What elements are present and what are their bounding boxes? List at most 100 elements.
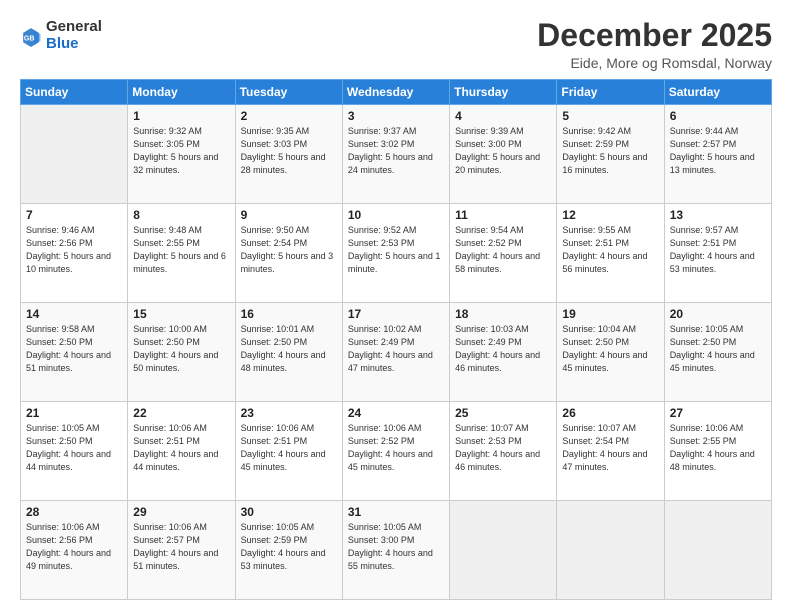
- calendar-table: SundayMondayTuesdayWednesdayThursdayFrid…: [20, 79, 772, 600]
- calendar-day-cell: 21 Sunrise: 10:05 AM Sunset: 2:50 PM Dayl…: [21, 402, 128, 501]
- calendar-day-cell: 16Sunrise: 10:01 AM Sunset: 2:50 PM Dayl…: [235, 303, 342, 402]
- day-number: 19: [562, 307, 658, 321]
- weekday-header: Monday: [128, 80, 235, 105]
- calendar-day-cell: 11 Sunrise: 9:54 AM Sunset: 2:52 PM Dayli…: [450, 204, 557, 303]
- day-info: Sunrise: 10:05 AM Sunset: 2:59 PM Daylig…: [241, 521, 337, 573]
- day-number: 8: [133, 208, 229, 222]
- day-info: Sunrise: 10:06 AM Sunset: 2:52 PM Daylig…: [348, 422, 444, 474]
- day-info: Sunrise: 9:39 AM Sunset: 3:00 PM Dayligh…: [455, 125, 551, 177]
- day-number: 7: [26, 208, 122, 222]
- day-number: 27: [670, 406, 766, 420]
- calendar-day-cell: 18 Sunrise: 10:03 AM Sunset: 2:49 PM Dayl…: [450, 303, 557, 402]
- day-info: Sunrise: 10:03 AM Sunset: 2:49 PM Daylig…: [455, 323, 551, 375]
- header: GB General Blue December 2025 Eide, More…: [20, 18, 772, 71]
- day-number: 21: [26, 406, 122, 420]
- calendar-day-cell: 10 Sunrise: 9:52 AM Sunset: 2:53 PM Dayli…: [342, 204, 449, 303]
- day-number: 18: [455, 307, 551, 321]
- calendar-day-cell: 25 Sunrise: 10:07 AM Sunset: 2:53 PM Dayl…: [450, 402, 557, 501]
- calendar-day-cell: 26 Sunrise: 10:07 AM Sunset: 2:54 PM Dayl…: [557, 402, 664, 501]
- calendar-day-cell: 2 Sunrise: 9:35 AM Sunset: 3:03 PM Daylig…: [235, 105, 342, 204]
- calendar-day-cell: 1Sunrise: 9:32 AM Sunset: 3:05 PM Daylig…: [128, 105, 235, 204]
- calendar-day-cell: 22 Sunrise: 10:06 AM Sunset: 2:51 PM Dayl…: [128, 402, 235, 501]
- day-info: Sunrise: 9:57 AM Sunset: 2:51 PM Dayligh…: [670, 224, 766, 276]
- page: GB General Blue December 2025 Eide, More…: [0, 0, 792, 612]
- day-info: Sunrise: 10:05 AM Sunset: 2:50 PM Daylig…: [26, 422, 122, 474]
- calendar-day-cell: [664, 501, 771, 600]
- day-info: Sunrise: 10:06 AM Sunset: 2:51 PM Daylig…: [241, 422, 337, 474]
- day-info: Sunrise: 10:05 AM Sunset: 2:50 PM Daylig…: [670, 323, 766, 375]
- calendar-day-cell: 23 Sunrise: 10:06 AM Sunset: 2:51 PM Dayl…: [235, 402, 342, 501]
- day-number: 28: [26, 505, 122, 519]
- day-number: 12: [562, 208, 658, 222]
- day-info: Sunrise: 9:35 AM Sunset: 3:03 PM Dayligh…: [241, 125, 337, 177]
- calendar-week-row: 21 Sunrise: 10:05 AM Sunset: 2:50 PM Dayl…: [21, 402, 772, 501]
- day-number: 13: [670, 208, 766, 222]
- calendar-day-cell: 31 Sunrise: 10:05 AM Sunset: 3:00 PM Dayl…: [342, 501, 449, 600]
- calendar-day-cell: 20 Sunrise: 10:05 AM Sunset: 2:50 PM Dayl…: [664, 303, 771, 402]
- day-number: 20: [670, 307, 766, 321]
- calendar-day-cell: 3Sunrise: 9:37 AM Sunset: 3:02 PM Daylig…: [342, 105, 449, 204]
- day-info: Sunrise: 9:44 AM Sunset: 2:57 PM Dayligh…: [670, 125, 766, 177]
- day-number: 17: [348, 307, 444, 321]
- calendar-week-row: 7 Sunrise: 9:46 AM Sunset: 2:56 PM Daylig…: [21, 204, 772, 303]
- weekday-header: Wednesday: [342, 80, 449, 105]
- day-info: Sunrise: 10:00 AM Sunset: 2:50 PM Daylig…: [133, 323, 229, 375]
- weekday-header: Sunday: [21, 80, 128, 105]
- calendar-day-cell: 24Sunrise: 10:06 AM Sunset: 2:52 PM Dayl…: [342, 402, 449, 501]
- title-block: December 2025 Eide, More og Romsdal, Nor…: [537, 18, 772, 71]
- day-number: 25: [455, 406, 551, 420]
- day-info: Sunrise: 9:46 AM Sunset: 2:56 PM Dayligh…: [26, 224, 122, 276]
- day-info: Sunrise: 10:07 AM Sunset: 2:54 PM Daylig…: [562, 422, 658, 474]
- calendar-day-cell: 5 Sunrise: 9:42 AM Sunset: 2:59 PM Daylig…: [557, 105, 664, 204]
- day-info: Sunrise: 10:06 AM Sunset: 2:56 PM Daylig…: [26, 521, 122, 573]
- weekday-header: Saturday: [664, 80, 771, 105]
- day-number: 15: [133, 307, 229, 321]
- day-number: 10: [348, 208, 444, 222]
- day-number: 2: [241, 109, 337, 123]
- day-number: 6: [670, 109, 766, 123]
- calendar-week-row: 1Sunrise: 9:32 AM Sunset: 3:05 PM Daylig…: [21, 105, 772, 204]
- calendar-day-cell: 12 Sunrise: 9:55 AM Sunset: 2:51 PM Dayli…: [557, 204, 664, 303]
- day-info: Sunrise: 10:07 AM Sunset: 2:53 PM Daylig…: [455, 422, 551, 474]
- day-info: Sunrise: 9:55 AM Sunset: 2:51 PM Dayligh…: [562, 224, 658, 276]
- day-info: Sunrise: 9:37 AM Sunset: 3:02 PM Dayligh…: [348, 125, 444, 177]
- day-info: Sunrise: 10:05 AM Sunset: 3:00 PM Daylig…: [348, 521, 444, 573]
- day-number: 11: [455, 208, 551, 222]
- weekday-header: Tuesday: [235, 80, 342, 105]
- day-number: 23: [241, 406, 337, 420]
- calendar-day-cell: 15 Sunrise: 10:00 AM Sunset: 2:50 PM Dayl…: [128, 303, 235, 402]
- calendar-header-row: SundayMondayTuesdayWednesdayThursdayFrid…: [21, 80, 772, 105]
- month-title: December 2025: [537, 18, 772, 53]
- day-number: 4: [455, 109, 551, 123]
- day-info: Sunrise: 9:54 AM Sunset: 2:52 PM Dayligh…: [455, 224, 551, 276]
- day-info: Sunrise: 10:06 AM Sunset: 2:51 PM Daylig…: [133, 422, 229, 474]
- calendar-day-cell: 29 Sunrise: 10:06 AM Sunset: 2:57 PM Dayl…: [128, 501, 235, 600]
- day-number: 5: [562, 109, 658, 123]
- day-number: 29: [133, 505, 229, 519]
- day-info: Sunrise: 9:48 AM Sunset: 2:55 PM Dayligh…: [133, 224, 229, 276]
- day-info: Sunrise: 10:06 AM Sunset: 2:57 PM Daylig…: [133, 521, 229, 573]
- day-info: Sunrise: 9:42 AM Sunset: 2:59 PM Dayligh…: [562, 125, 658, 177]
- calendar-week-row: 14 Sunrise: 9:58 AM Sunset: 2:50 PM Dayli…: [21, 303, 772, 402]
- calendar-day-cell: [557, 501, 664, 600]
- logo: GB General Blue: [20, 18, 102, 53]
- location-title: Eide, More og Romsdal, Norway: [537, 55, 772, 71]
- day-info: Sunrise: 9:52 AM Sunset: 2:53 PM Dayligh…: [348, 224, 444, 276]
- day-number: 14: [26, 307, 122, 321]
- calendar-day-cell: 27Sunrise: 10:06 AM Sunset: 2:55 PM Dayl…: [664, 402, 771, 501]
- calendar-day-cell: 4 Sunrise: 9:39 AM Sunset: 3:00 PM Daylig…: [450, 105, 557, 204]
- day-number: 1: [133, 109, 229, 123]
- day-info: Sunrise: 9:58 AM Sunset: 2:50 PM Dayligh…: [26, 323, 122, 375]
- day-number: 22: [133, 406, 229, 420]
- day-info: Sunrise: 9:50 AM Sunset: 2:54 PM Dayligh…: [241, 224, 337, 276]
- day-number: 31: [348, 505, 444, 519]
- svg-text:GB: GB: [24, 35, 35, 42]
- calendar-day-cell: [450, 501, 557, 600]
- calendar-day-cell: 9Sunrise: 9:50 AM Sunset: 2:54 PM Daylig…: [235, 204, 342, 303]
- day-number: 26: [562, 406, 658, 420]
- logo-general: General: [46, 18, 102, 35]
- logo-text: General Blue: [46, 18, 102, 53]
- calendar-day-cell: 17 Sunrise: 10:02 AM Sunset: 2:49 PM Dayl…: [342, 303, 449, 402]
- calendar-day-cell: 13 Sunrise: 9:57 AM Sunset: 2:51 PM Dayli…: [664, 204, 771, 303]
- day-info: Sunrise: 10:02 AM Sunset: 2:49 PM Daylig…: [348, 323, 444, 375]
